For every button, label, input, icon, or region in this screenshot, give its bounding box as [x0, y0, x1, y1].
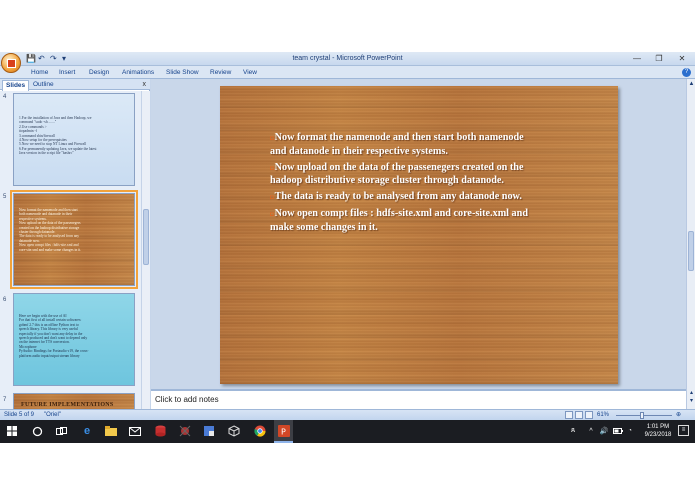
- windows-start-icon[interactable]: [5, 424, 19, 438]
- tab-outline[interactable]: Outline: [30, 80, 57, 90]
- help-icon[interactable]: ?: [682, 68, 691, 77]
- search-icon[interactable]: [30, 424, 44, 438]
- scroll-thumb[interactable]: [688, 231, 694, 271]
- zoom-level[interactable]: 61%: [597, 411, 609, 420]
- clock-date: 9/23/2018: [644, 432, 672, 438]
- pane-tabs: Slides Outline x: [0, 79, 150, 91]
- svg-text:P: P: [281, 428, 286, 437]
- slide-content-placeholder[interactable]: ◘Now format the namenode and then start …: [270, 132, 540, 238]
- tab-review[interactable]: Review: [210, 67, 231, 78]
- close-pane-icon[interactable]: x: [143, 80, 147, 89]
- slide-number: 7: [3, 397, 7, 403]
- zoom-slider-handle[interactable]: [640, 412, 644, 419]
- slide-bullet: ◘Now open compt files : hdfs-site.xml an…: [270, 208, 540, 235]
- ribbon-tabs: Home Insert Design Animations Slide Show…: [0, 66, 695, 79]
- database-icon[interactable]: [153, 424, 167, 438]
- tab-insert[interactable]: Insert: [59, 67, 75, 78]
- tab-slides[interactable]: Slides: [2, 80, 30, 91]
- slide-bullet: ◘Now upload on the data of the passenege…: [270, 162, 540, 189]
- people-icon[interactable]: ጸ: [566, 424, 580, 438]
- minimize-button[interactable]: —: [626, 52, 648, 65]
- title-bar: 💾 ↶ ↷ ▾ team crystal - Microsoft PowerPo…: [0, 52, 695, 66]
- scroll-thumb[interactable]: [143, 209, 149, 265]
- slide-editing-area: ◘Now format the namenode and then start …: [151, 79, 686, 389]
- bullet-icon: ◘: [270, 211, 274, 218]
- edge-icon[interactable]: e: [80, 424, 94, 438]
- vertical-scrollbar[interactable]: ▲ ▴ ▾: [686, 79, 695, 409]
- slide-thumbnails: 4 1.For the installation of Java and the…: [0, 91, 141, 409]
- slide-counter: Slide 5 of 9: [4, 412, 35, 418]
- notes-placeholder[interactable]: Click to add notes: [155, 395, 219, 404]
- bullet-icon: ◘: [270, 195, 274, 202]
- tab-view[interactable]: View: [243, 67, 257, 78]
- window-title: team crystal - Microsoft PowerPoint: [292, 55, 403, 62]
- volume-icon[interactable]: 🔊: [597, 424, 611, 438]
- tab-home[interactable]: Home: [31, 67, 48, 78]
- windows-taskbar: e P ጸ ^ 🔊 ◔ 1:01 PM 9/23/2018 ≡: [0, 420, 695, 443]
- show-hidden-icons[interactable]: ^: [584, 424, 598, 438]
- powerpoint-icon[interactable]: P: [277, 424, 291, 438]
- task-view-icon[interactable]: [54, 424, 68, 438]
- maximize-button[interactable]: ❐: [648, 52, 670, 65]
- slide-thumbnail-5[interactable]: Now format the namenode and then start bo…: [10, 190, 138, 289]
- misc-app-icon[interactable]: [178, 424, 192, 438]
- bullet-text: Now format the namenode and then start b…: [270, 132, 524, 157]
- notes-pane[interactable]: Click to add notes: [151, 389, 686, 409]
- wifi-icon[interactable]: ◔: [623, 424, 637, 438]
- puzzle-icon[interactable]: [202, 424, 216, 438]
- next-slide-icon[interactable]: ▾: [688, 398, 695, 405]
- thumbnails-scrollbar[interactable]: [141, 91, 150, 409]
- office-button[interactable]: [1, 53, 21, 73]
- tab-animations[interactable]: Animations: [122, 67, 154, 78]
- thumbnail-text-line: core-site.xml and make some changes in i…: [19, 247, 82, 252]
- system-clock[interactable]: 1:01 PM 9/23/2018: [640, 423, 676, 439]
- slide-number: 5: [3, 194, 7, 200]
- close-button[interactable]: ✕: [671, 52, 693, 65]
- bullet-text: Now upload on the data of the passeneger…: [270, 161, 524, 187]
- powerpoint-window: 💾 ↶ ↷ ▾ team crystal - Microsoft PowerPo…: [0, 52, 695, 443]
- slide-show-button[interactable]: [585, 411, 593, 419]
- tab-slide-show[interactable]: Slide Show: [166, 67, 199, 78]
- slide-bullet: ◘Now format the namenode and then start …: [270, 132, 540, 159]
- fit-to-window-icon[interactable]: ⊕: [676, 411, 681, 420]
- thumbnail-text-line: FUTURE IMPLEMENTATIONS: [21, 402, 114, 408]
- theme-name: "Oriel": [44, 412, 61, 418]
- mail-icon[interactable]: [128, 424, 142, 438]
- status-bar: Slide 5 of 9 "Oriel" 61% ⊕: [0, 409, 695, 420]
- slide-sorter-button[interactable]: [575, 411, 583, 419]
- previous-slide-icon[interactable]: ▴: [688, 390, 695, 397]
- notifications-icon[interactable]: ≡: [678, 425, 689, 436]
- chrome-icon[interactable]: [253, 424, 267, 438]
- scroll-up-icon[interactable]: ▲: [688, 81, 695, 88]
- current-slide[interactable]: ◘Now format the namenode and then start …: [220, 86, 618, 384]
- slide-number: 6: [3, 297, 7, 303]
- cube-icon[interactable]: [227, 424, 241, 438]
- clock-time: 1:01 PM: [646, 424, 670, 430]
- slide-thumbnail-7[interactable]: FUTURE IMPLEMENTATIONS: [13, 393, 135, 409]
- thumbnail-text-line: platform audio input/output stream libra…: [19, 353, 80, 358]
- zoom-slider[interactable]: [616, 415, 672, 416]
- normal-view-button[interactable]: [565, 411, 573, 419]
- bullet-text: Now open compt files : hdfs-site.xml and…: [270, 207, 528, 233]
- bullet-icon: ◘: [270, 165, 274, 172]
- bullet-icon: ◘: [270, 136, 274, 142]
- file-explorer-icon[interactable]: [104, 424, 118, 438]
- slide-bullet: ◘The data is ready to be analysed from a…: [270, 191, 540, 205]
- slide-thumbnail-6[interactable]: Here we begin with the use of AI For that…: [13, 293, 135, 386]
- tab-design[interactable]: Design: [89, 67, 109, 78]
- slide-number: 4: [3, 94, 7, 100]
- bullet-text: The data is ready to be analysed from an…: [274, 191, 522, 203]
- thumbnail-text-line: Java version in the script file "bashrc": [19, 151, 74, 156]
- slides-pane: Slides Outline x 4 1.For the installatio…: [0, 79, 150, 409]
- slide-thumbnail-4[interactable]: 1.For the installation of Java and then …: [13, 93, 135, 186]
- office-logo-icon: [6, 58, 16, 68]
